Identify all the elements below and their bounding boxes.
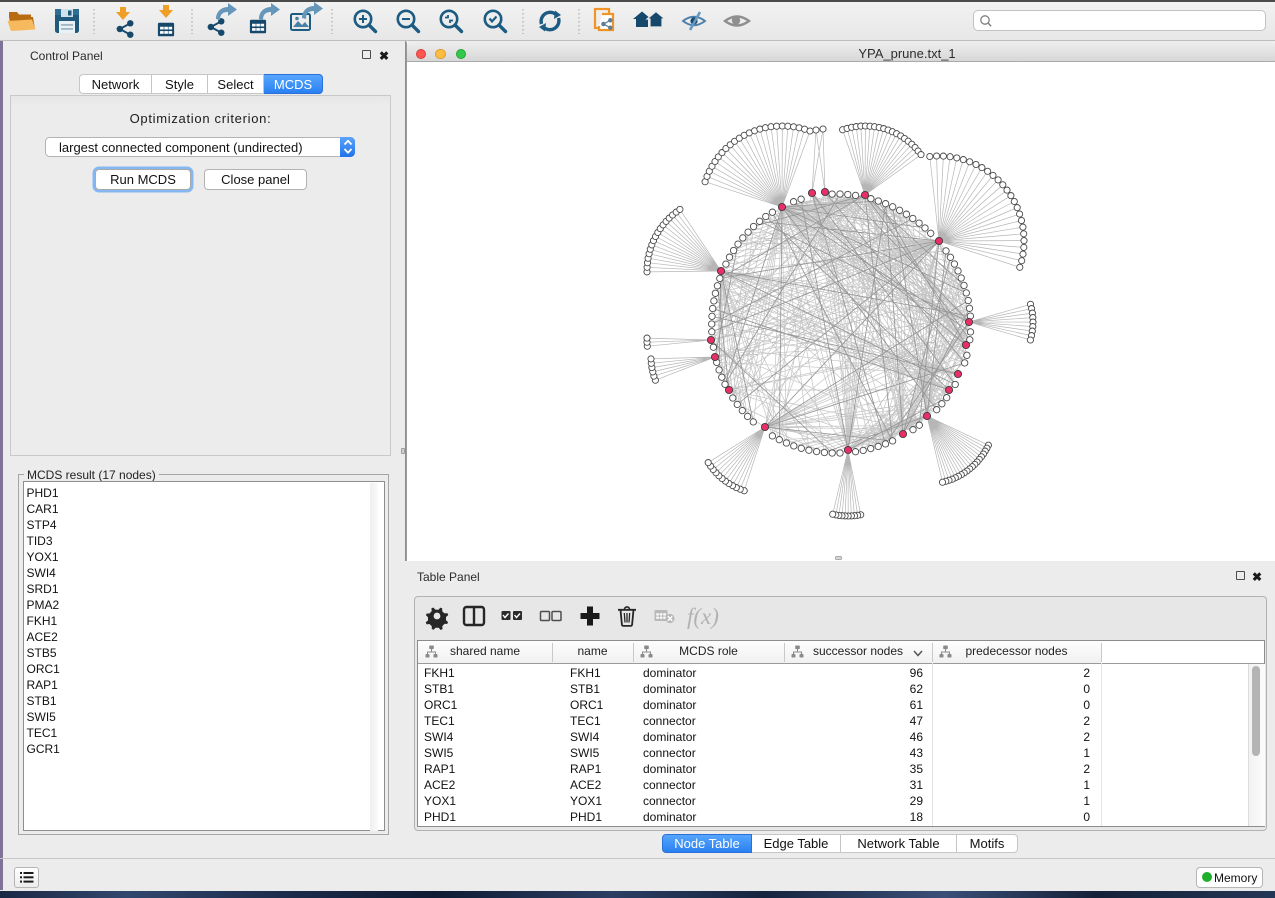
svg-text:f(x): f(x) — [687, 604, 719, 629]
